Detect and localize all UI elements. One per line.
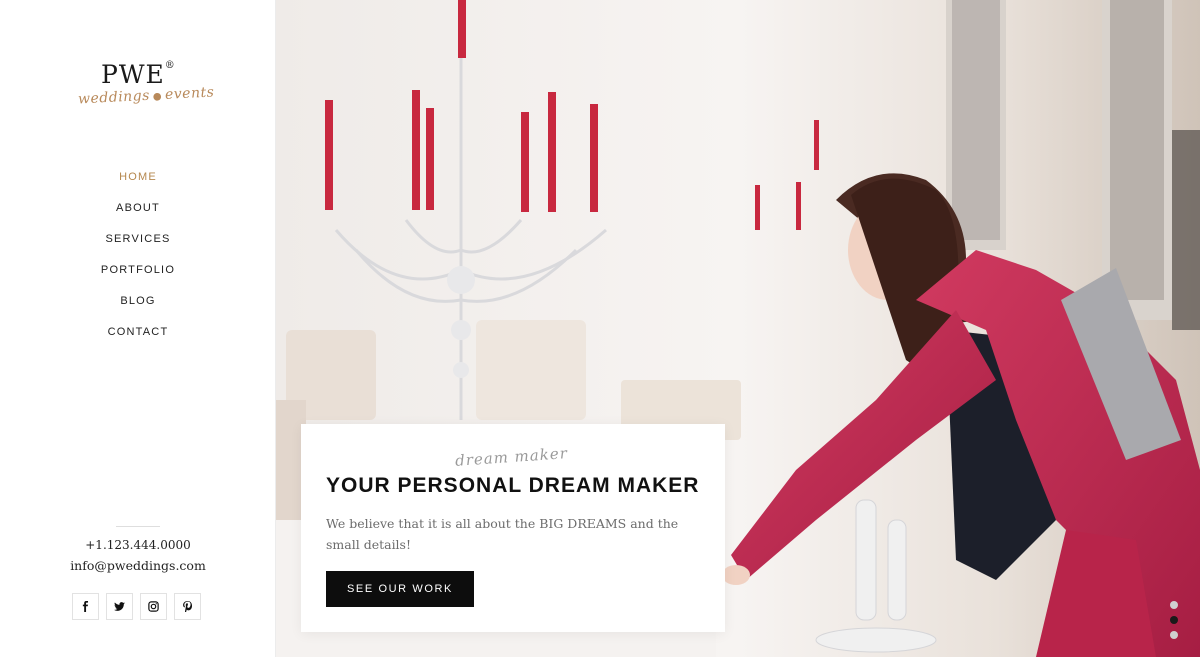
contact-email[interactable]: info@pweddings.com xyxy=(0,558,276,573)
contact-phone[interactable]: +1.123.444.0000 xyxy=(0,538,276,552)
nav-item-services[interactable]: SERVICES xyxy=(0,228,276,259)
logo-mark: PWE® xyxy=(101,59,176,89)
brand-logo[interactable]: PWE® weddings ● events xyxy=(0,58,276,130)
slider-dot-1[interactable] xyxy=(1170,601,1178,609)
contact-divider xyxy=(116,526,160,527)
nav-item-contact[interactable]: CONTACT xyxy=(0,321,276,352)
hero-description: We believe that it is all about the BIG … xyxy=(326,516,679,552)
pinterest-icon xyxy=(183,601,193,612)
pinterest-link[interactable] xyxy=(174,593,201,620)
hero-title: YOUR PERSONAL DREAM MAKER xyxy=(326,474,700,497)
social-links xyxy=(72,593,201,620)
slider-dot-3[interactable] xyxy=(1170,631,1178,639)
hero-script-label: dream maker xyxy=(454,444,569,470)
nav-item-blog[interactable]: BLOG xyxy=(0,290,276,321)
see-our-work-button[interactable]: SEE OUR WORK xyxy=(326,571,474,607)
logo-tagline: weddings ● events xyxy=(77,84,215,108)
sidebar: PWE® weddings ● events HOME ABOUT SERVICES… xyxy=(0,0,276,657)
instagram-link[interactable] xyxy=(140,593,167,620)
instagram-icon xyxy=(148,601,159,612)
facebook-link[interactable] xyxy=(72,593,99,620)
twitter-link[interactable] xyxy=(106,593,133,620)
main-nav: HOME ABOUT SERVICES PORTFOLIO BLOG CONTA… xyxy=(0,166,276,352)
twitter-icon xyxy=(114,602,125,611)
hero-card: dream maker YOUR PERSONAL DREAM MAKER We… xyxy=(301,424,725,632)
facebook-icon xyxy=(82,601,89,612)
nav-item-about[interactable]: ABOUT xyxy=(0,197,276,228)
nav-item-home[interactable]: HOME xyxy=(0,166,276,197)
slider-dot-2[interactable] xyxy=(1170,616,1178,624)
nav-item-portfolio[interactable]: PORTFOLIO xyxy=(0,259,276,290)
slider-dots xyxy=(1170,601,1178,639)
